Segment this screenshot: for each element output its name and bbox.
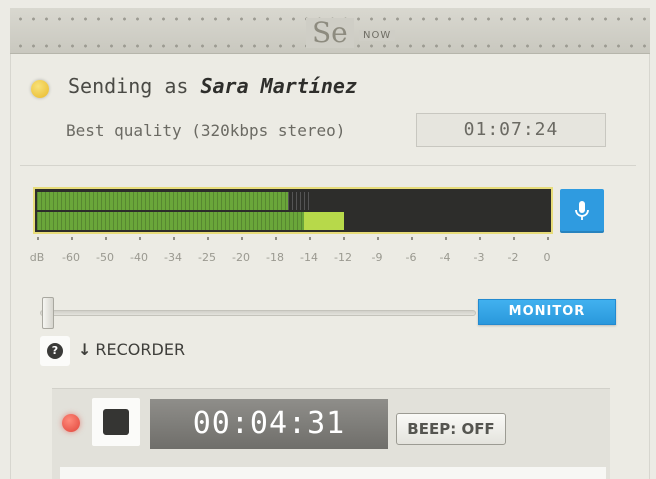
app-window: Se NOW Sending as Sara Martínez Best qua… <box>0 0 656 479</box>
monitor-volume-slider-thumb[interactable] <box>42 297 54 329</box>
scale-tick <box>241 237 243 240</box>
scale-tick <box>37 237 39 240</box>
level-peak-left-channel <box>288 192 312 210</box>
scale-label: -2 <box>507 251 519 264</box>
scale-label: -14 <box>300 251 318 264</box>
monitor-button[interactable]: MONITOR <box>478 299 616 325</box>
scale-tick <box>275 237 277 240</box>
scale-tick <box>139 237 141 240</box>
app-logo-subtitle: NOW <box>359 30 396 41</box>
sending-as-text: Sending as Sara Martínez <box>68 74 357 98</box>
monitor-volume-track[interactable] <box>40 310 476 316</box>
sending-as-label: Sending as <box>68 74 201 98</box>
scale-label: -40 <box>130 251 148 264</box>
level-bar-right-channel <box>37 212 344 230</box>
app-logo: Se <box>306 18 354 48</box>
scale-tick <box>105 237 107 240</box>
beep-toggle-button[interactable]: BEEP: OFF <box>396 413 506 445</box>
scale-tick <box>173 237 175 240</box>
elapsed-time-display: 01:07:24 <box>416 113 606 147</box>
scale-label: -3 <box>473 251 485 264</box>
question-icon: ? <box>47 343 63 359</box>
scale-tick <box>513 237 515 240</box>
recording-indicator <box>62 414 80 432</box>
level-meter-scale: dB -60 -50 -40 -34 -25 -20 -18 -14 -12 -9 -6 -4 -3 -2 0 <box>29 234 553 270</box>
scale-label: -9 <box>371 251 383 264</box>
scale-tick <box>547 237 549 240</box>
scale-label: -6 <box>405 251 417 264</box>
scale-label: -60 <box>62 251 80 264</box>
audio-level-meter <box>33 187 553 234</box>
microphone-button[interactable] <box>560 189 604 233</box>
connection-status-indicator <box>31 80 49 98</box>
scale-tick <box>207 237 209 240</box>
scale-tick <box>411 237 413 240</box>
section-divider <box>20 165 636 166</box>
recorder-footer <box>60 467 606 479</box>
scale-label: -50 <box>96 251 114 264</box>
level-bar-left-channel <box>37 192 288 210</box>
stop-icon <box>103 409 129 435</box>
scale-label: -18 <box>266 251 284 264</box>
scale-tick <box>479 237 481 240</box>
stop-recording-button[interactable] <box>92 398 140 446</box>
arrow-down-icon: ↓ <box>78 340 92 359</box>
scale-label: -34 <box>164 251 182 264</box>
level-bar-hot-zone <box>304 212 344 230</box>
scale-label: -20 <box>232 251 250 264</box>
recorder-toggle-label: RECORDER <box>95 340 186 359</box>
scale-label: dB <box>29 251 45 264</box>
scale-tick <box>377 237 379 240</box>
stream-quality-text: Best quality (320kbps stereo) <box>66 121 346 140</box>
scale-tick <box>445 237 447 240</box>
title-bar: Se NOW <box>10 8 650 54</box>
recorder-toggle[interactable]: ↓ RECORDER <box>78 340 185 359</box>
scale-tick <box>71 237 73 240</box>
scale-label: -12 <box>334 251 352 264</box>
help-button[interactable]: ? <box>40 336 70 366</box>
scale-tick <box>309 237 311 240</box>
scale-label: 0 <box>543 251 551 264</box>
recording-timer: 00:04:31 <box>150 399 388 449</box>
scale-tick <box>343 237 345 240</box>
microphone-icon <box>575 201 589 220</box>
user-name: Sara Martínez <box>200 74 357 98</box>
scale-label: -25 <box>198 251 216 264</box>
scale-label: -4 <box>439 251 451 264</box>
